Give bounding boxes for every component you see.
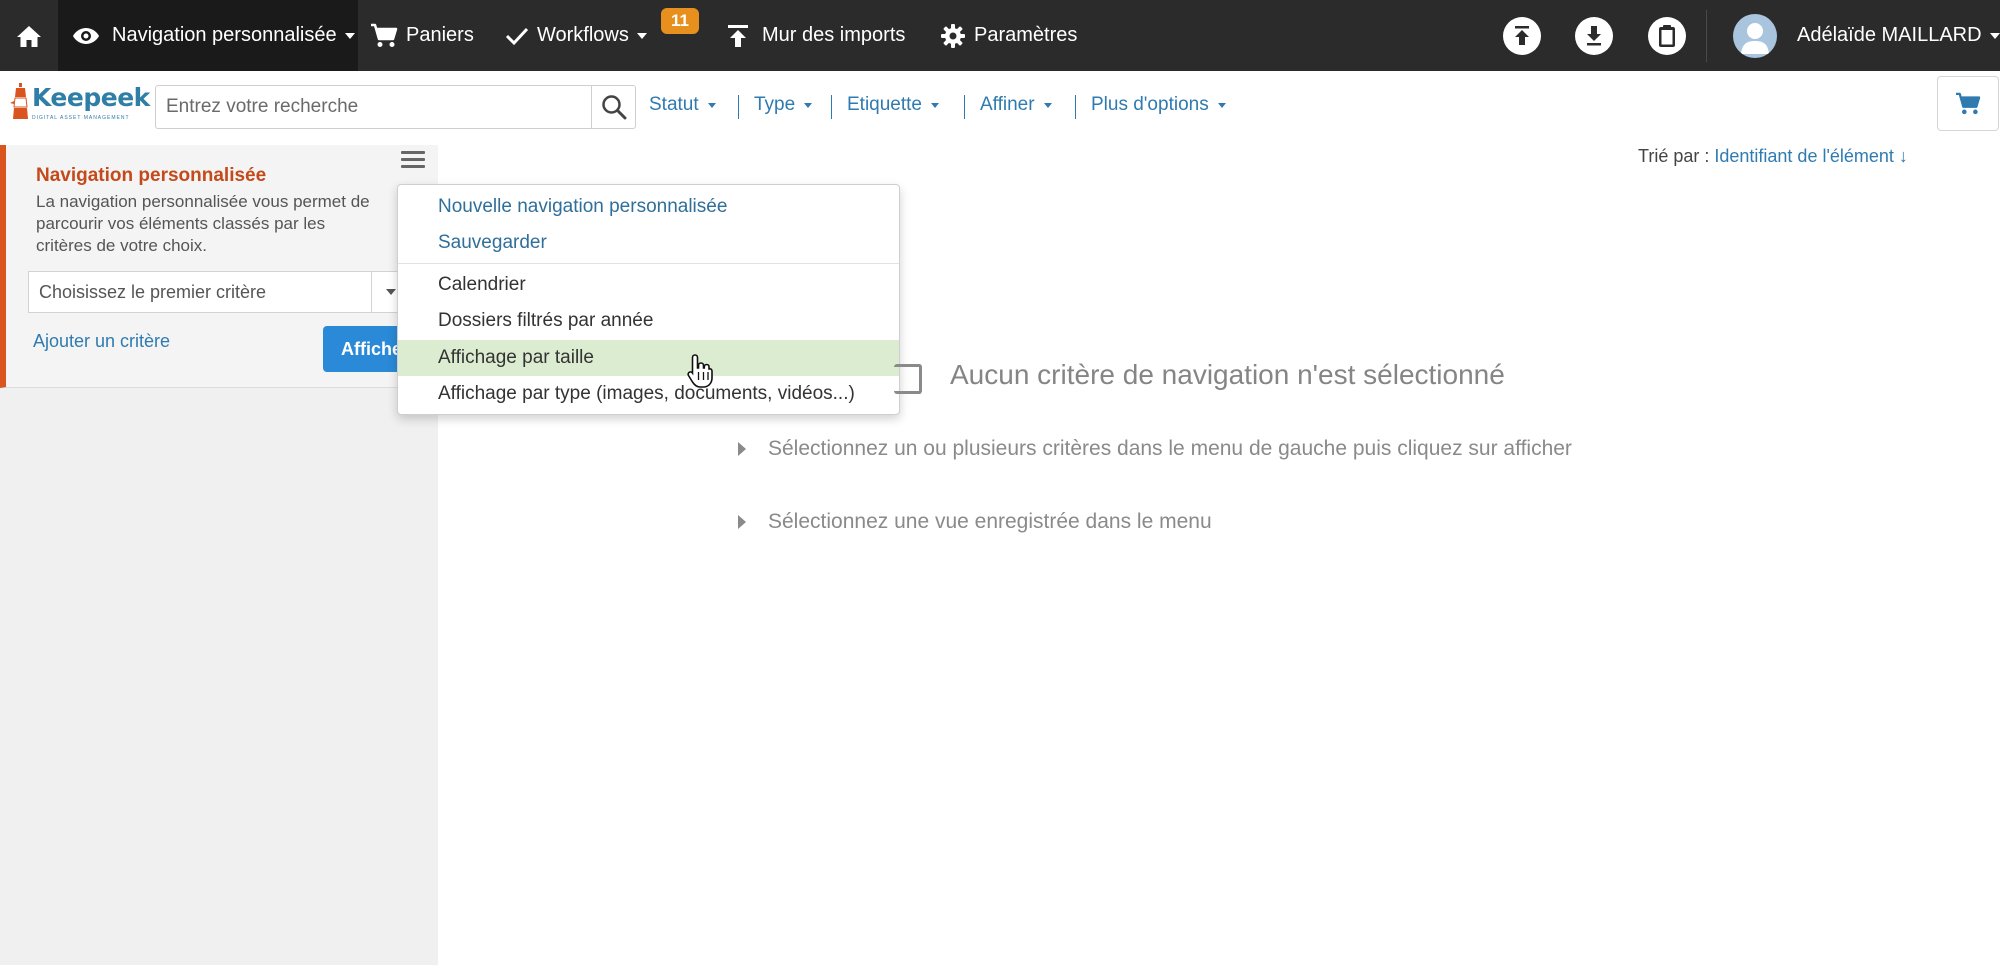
- first-criterion-value: Choisissez le premier critère: [39, 281, 267, 302]
- search-button[interactable]: [591, 86, 635, 128]
- chevron-down-icon: [385, 289, 396, 295]
- cart-icon: [371, 23, 398, 47]
- paniers-label: Paniers: [406, 24, 474, 46]
- search-icon: [601, 95, 626, 120]
- checkmark-icon: [505, 27, 529, 45]
- workflows-menu[interactable]: Workflows: [505, 0, 647, 71]
- navigation-dropdown-menu: Nouvelle navigation personnalisée Sauveg…: [397, 184, 900, 415]
- filter-divider: [831, 95, 832, 119]
- top-navigation-bar: Navigation personnalisée Paniers Workflo…: [0, 0, 2000, 71]
- empty-state-icon: [894, 364, 922, 394]
- sort-label: Trié par :: [1638, 146, 1710, 166]
- caret-right-icon: [738, 442, 746, 456]
- chevron-down-icon: [1989, 32, 2000, 39]
- panel-description: La navigation personnalisée vous permet …: [36, 191, 436, 257]
- hint-item: Sélectionnez une vue enregistrée dans le…: [738, 510, 1212, 534]
- filter-type-label: Type: [754, 94, 796, 115]
- cart-icon: [1956, 92, 1981, 114]
- first-criterion-select[interactable]: Choisissez le premier critère: [28, 271, 408, 313]
- add-criterion-link[interactable]: Ajouter un critère: [33, 331, 170, 352]
- nav-personnalisee-menu[interactable]: Navigation personnalisée: [58, 0, 358, 71]
- chevron-down-icon: [707, 102, 716, 108]
- menu-item-save[interactable]: Sauvegarder: [398, 225, 899, 261]
- paniers-link[interactable]: Paniers: [370, 0, 474, 71]
- clipboard-icon: [1659, 25, 1675, 47]
- user-menu[interactable]: Adélaïde MAILLARD: [1797, 0, 2000, 71]
- chevron-down-icon: [1043, 102, 1052, 108]
- home-button[interactable]: [0, 0, 58, 71]
- mur-des-imports-label: Mur des imports: [762, 24, 906, 46]
- filter-affiner[interactable]: Affiner: [980, 94, 1052, 116]
- hint-text: Sélectionnez un ou plusieurs critères da…: [768, 437, 1572, 460]
- keepeek-logo[interactable]: Keepeek DIGITAL ASSET MANAGEMENT: [10, 83, 150, 133]
- search-input[interactable]: [156, 86, 592, 128]
- logo-wordmark: Keepeek: [32, 83, 150, 112]
- filter-statut[interactable]: Statut: [649, 94, 716, 116]
- clipboard-button[interactable]: [1648, 17, 1686, 55]
- lighthouse-icon: [10, 83, 28, 119]
- chevron-down-icon: [636, 32, 647, 39]
- custom-navigation-card: Navigation personnalisée La navigation p…: [0, 145, 438, 388]
- filter-etiquette-label: Etiquette: [847, 94, 922, 115]
- upload-button[interactable]: [1503, 17, 1541, 55]
- filter-statut-label: Statut: [649, 94, 699, 115]
- filter-divider: [738, 95, 739, 119]
- panel-description-line: critères de votre choix.: [36, 236, 208, 255]
- eye-icon: [73, 27, 99, 44]
- hint-text: Sélectionnez une vue enregistrée dans le…: [768, 510, 1212, 533]
- workflows-label: Workflows: [537, 24, 629, 46]
- panel-title: Navigation personnalisée: [36, 165, 267, 186]
- filter-divider: [1075, 95, 1076, 119]
- filter-etiquette[interactable]: Etiquette: [847, 94, 939, 116]
- menu-divider: [398, 263, 899, 264]
- parametres-link[interactable]: Paramètres: [940, 0, 1077, 71]
- chevron-down-icon: [931, 102, 939, 108]
- menu-item-calendar[interactable]: Calendrier: [398, 267, 899, 303]
- user-icon: [1741, 23, 1769, 54]
- left-panel: Navigation personnalisée La navigation p…: [0, 145, 438, 965]
- filter-divider: [964, 95, 965, 119]
- menu-icon[interactable]: [401, 151, 425, 171]
- logo-tagline: DIGITAL ASSET MANAGEMENT: [32, 115, 130, 121]
- menu-item-display-by-size[interactable]: Affichage par taille: [398, 340, 899, 376]
- panel-description-line: parcourir vos éléments classés par les: [36, 214, 326, 233]
- sort-indicator: Trié par : Identifiant de l'élément ↓: [1638, 146, 1908, 167]
- filter-affiner-label: Affiner: [980, 94, 1035, 115]
- mur-des-imports-link[interactable]: Mur des imports: [726, 0, 905, 71]
- panel-description-line: La navigation personnalisée vous permet …: [36, 192, 370, 211]
- hint-item: Sélectionnez un ou plusieurs critères da…: [738, 437, 1572, 461]
- user-name: Adélaïde MAILLARD: [1797, 24, 1982, 46]
- download-icon: [1587, 26, 1601, 46]
- chevron-down-icon: [1217, 102, 1226, 108]
- download-button[interactable]: [1575, 17, 1613, 55]
- avatar[interactable]: [1733, 14, 1777, 58]
- search-box: [155, 85, 636, 129]
- upload-icon: [1515, 26, 1529, 45]
- gear-icon: [941, 23, 965, 48]
- filter-plus-options-label: Plus d'options: [1091, 94, 1209, 115]
- menu-item-display-by-type[interactable]: Affichage par type (images, documents, v…: [398, 376, 899, 412]
- filter-plus-options[interactable]: Plus d'options: [1091, 94, 1226, 116]
- parametres-label: Paramètres: [974, 24, 1078, 46]
- upload-icon: [728, 24, 748, 47]
- menu-item-new-navigation[interactable]: Nouvelle navigation personnalisée: [398, 189, 899, 225]
- hand-cursor-icon: [687, 354, 713, 388]
- workflows-count-badge: 11: [659, 6, 701, 36]
- empty-state-title: Aucun critère de navigation n'est sélect…: [950, 359, 1505, 390]
- menu-item-folders-by-year[interactable]: Dossiers filtrés par année: [398, 303, 899, 339]
- home-icon: [17, 25, 41, 47]
- caret-right-icon: [738, 515, 746, 529]
- sort-value-link[interactable]: Identifiant de l'élément ↓: [1714, 146, 1908, 166]
- nav-personnalisee-label: Navigation personnalisée: [112, 24, 337, 46]
- chevron-down-icon: [804, 102, 813, 108]
- topbar-divider: [1706, 10, 1707, 62]
- filter-type[interactable]: Type: [754, 94, 813, 116]
- chevron-down-icon: [344, 32, 355, 39]
- cart-button[interactable]: [1937, 76, 1999, 131]
